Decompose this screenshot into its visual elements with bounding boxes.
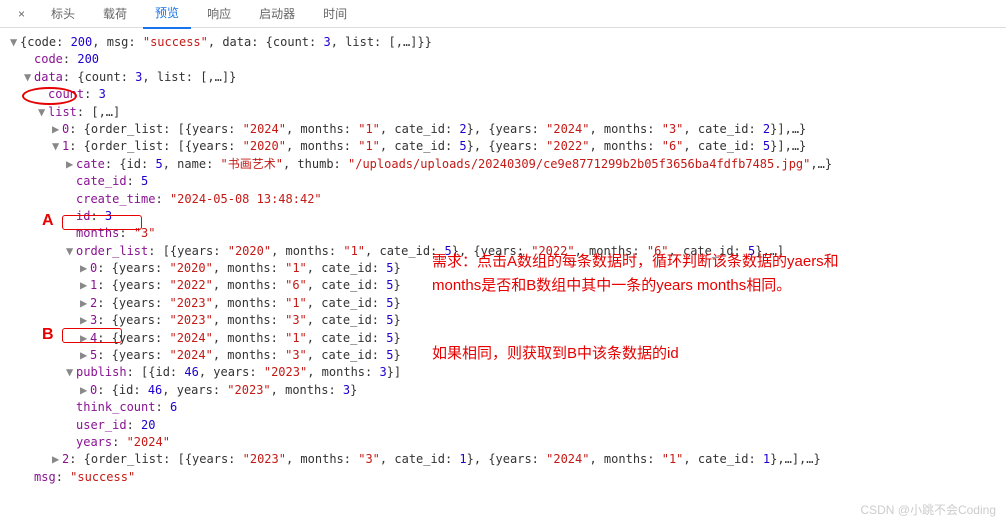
annotation-text-1: 需求：点击A数组的每条数据时，循环判断该条数据的yaers和 months是否和… <box>432 250 839 298</box>
json-think-count[interactable]: think_count: 6 <box>10 399 1006 416</box>
annotation-text-2: 如果相同，则获取到B中该条数据的id <box>432 342 679 366</box>
collapse-icon[interactable]: ▶ <box>80 295 90 312</box>
close-icon[interactable]: × <box>8 3 35 25</box>
annotation-circle-list <box>22 87 77 105</box>
tab-timing[interactable]: 时间 <box>311 0 359 28</box>
expand-icon[interactable]: ▼ <box>52 138 62 155</box>
tab-response[interactable]: 响应 <box>195 0 243 28</box>
json-months[interactable]: months: "3" <box>10 225 1006 242</box>
collapse-icon[interactable]: ▶ <box>80 382 90 399</box>
expand-icon[interactable]: ▼ <box>66 364 76 381</box>
collapse-icon[interactable]: ▶ <box>66 156 76 173</box>
json-msg[interactable]: msg: "success" <box>10 469 1006 486</box>
list-item[interactable]: ▶0: {order_list: [{years: "2024", months… <box>10 121 1006 138</box>
tab-payload[interactable]: 载荷 <box>91 0 139 28</box>
list-item[interactable]: ▼1: {order_list: [{years: "2020", months… <box>10 138 1006 155</box>
expand-icon[interactable]: ▼ <box>10 34 20 51</box>
json-list[interactable]: ▼list: [,…] <box>10 104 1006 121</box>
json-cate-id[interactable]: cate_id: 5 <box>10 173 1006 190</box>
watermark: CSDN @小跳不会Coding <box>860 501 996 518</box>
list-item[interactable]: ▶0: {id: 46, years: "2023", months: 3} <box>10 382 1006 399</box>
list-item[interactable]: ▶3: {years: "2023", months: "3", cate_id… <box>10 312 1006 329</box>
json-count[interactable]: count: 3 <box>10 86 1006 103</box>
annotation-label-b: B <box>42 326 54 344</box>
collapse-icon[interactable]: ▶ <box>52 451 62 468</box>
json-code[interactable]: code: 200 <box>10 51 1006 68</box>
annotation-box-a <box>62 215 142 230</box>
json-data[interactable]: ▼data: {count: 3, list: [,…]} <box>10 69 1006 86</box>
tab-headers[interactable]: 标头 <box>39 0 87 28</box>
json-publish[interactable]: ▼publish: [{id: 46, years: "2023", month… <box>10 364 1006 381</box>
tab-initiator[interactable]: 启动器 <box>247 0 307 28</box>
expand-icon[interactable]: ▼ <box>24 69 34 86</box>
expand-icon[interactable]: ▼ <box>38 104 48 121</box>
json-user-id[interactable]: user_id: 20 <box>10 417 1006 434</box>
collapse-icon[interactable]: ▶ <box>80 347 90 364</box>
json-cate[interactable]: ▶cate: {id: 5, name: "书画艺术", thumb: "/up… <box>10 156 1006 173</box>
json-years[interactable]: years: "2024" <box>10 434 1006 451</box>
json-root[interactable]: ▼{code: 200, msg: "success", data: {coun… <box>10 34 1006 51</box>
list-item[interactable]: ▶2: {order_list: [{years: "2023", months… <box>10 451 1006 468</box>
collapse-icon[interactable]: ▶ <box>52 121 62 138</box>
devtools-tabs: × 标头 载荷 预览 响应 启动器 时间 <box>0 0 1006 28</box>
annotation-box-b <box>62 328 122 343</box>
json-id[interactable]: id: 3 <box>10 208 1006 225</box>
expand-icon[interactable]: ▼ <box>66 243 76 260</box>
annotation-label-a: A <box>42 212 54 230</box>
collapse-icon[interactable]: ▶ <box>80 260 90 277</box>
collapse-icon[interactable]: ▶ <box>80 277 90 294</box>
tab-preview[interactable]: 预览 <box>143 0 191 29</box>
json-create-time[interactable]: create_time: "2024-05-08 13:48:42" <box>10 191 1006 208</box>
